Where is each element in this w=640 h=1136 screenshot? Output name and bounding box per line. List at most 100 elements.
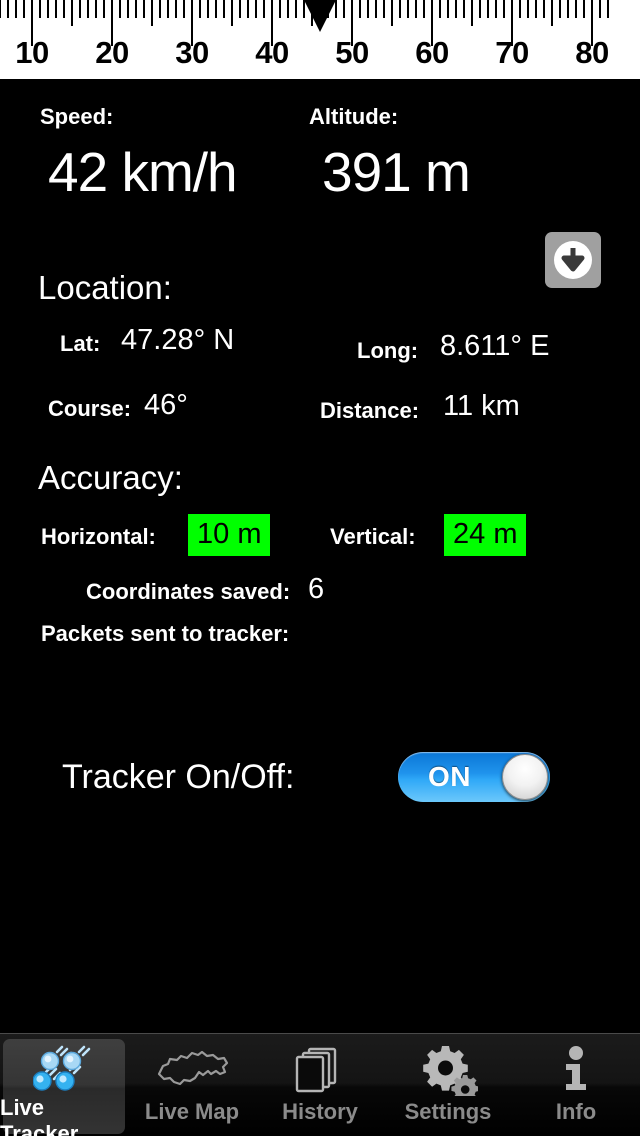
ruler-tick xyxy=(439,0,441,18)
download-button[interactable] xyxy=(545,232,601,288)
stacked-cards-icon xyxy=(292,1044,348,1096)
ruler-tick xyxy=(367,0,369,18)
ruler-label: 80 xyxy=(575,35,609,70)
tab-label: Settings xyxy=(404,1099,492,1124)
ruler-tick xyxy=(375,0,377,18)
ruler-tick xyxy=(479,0,481,18)
ruler-tick xyxy=(231,0,233,26)
accuracy-title: Accuracy: xyxy=(38,459,183,496)
ruler-tick xyxy=(495,0,497,18)
distance-label: Distance: xyxy=(320,398,420,423)
ruler-tick xyxy=(0,0,1,18)
tab-info[interactable]: Info xyxy=(512,1034,640,1136)
ruler-tick xyxy=(15,0,17,18)
speed-gauge-ruler: 10 20 30 40 50 60 70 80 xyxy=(0,0,640,79)
ruler-tick xyxy=(55,0,57,18)
ruler-tick xyxy=(87,0,89,18)
ruler-tick xyxy=(175,0,177,18)
tab-live-tracker[interactable]: Live Tracker xyxy=(0,1034,128,1136)
tracker-toggle-knob[interactable] xyxy=(502,754,548,800)
ruler-tick xyxy=(199,0,201,18)
ruler-tick xyxy=(79,0,81,18)
lat-label: Lat: xyxy=(60,331,101,356)
tab-history[interactable]: History xyxy=(256,1034,384,1136)
location-title: Location: xyxy=(38,269,172,306)
ruler-tick xyxy=(383,0,385,18)
ruler-tick xyxy=(63,0,65,18)
speed-value: 42 km/h xyxy=(48,141,238,203)
horizontal-accuracy-value: 10 m xyxy=(188,514,271,556)
lat-value: 47.28° N xyxy=(121,324,235,356)
ruler-tick xyxy=(127,0,129,18)
speed-label: Speed: xyxy=(40,104,114,129)
long-value: 8.611° E xyxy=(440,330,550,362)
ruler-tick xyxy=(407,0,409,18)
ruler-tick xyxy=(247,0,249,18)
ruler-tick xyxy=(343,0,345,18)
ruler-tick xyxy=(279,0,281,18)
ruler-tick xyxy=(599,0,601,18)
tracker-toggle-state: ON xyxy=(428,761,471,792)
ruler-tick xyxy=(71,0,73,26)
ruler-tick xyxy=(551,0,553,26)
ruler-tick xyxy=(7,0,9,18)
tab-settings[interactable]: Settings xyxy=(384,1034,512,1136)
live-tracker-screen: 10 20 30 40 50 60 70 80 Speed: 42 km/h Altitude… xyxy=(0,0,640,1136)
horizontal-accuracy-label: Horizontal: xyxy=(41,524,156,549)
ruler-tick xyxy=(47,0,49,18)
course-value: 46° xyxy=(144,389,188,421)
ruler-tick xyxy=(567,0,569,18)
ruler-tick xyxy=(159,0,161,18)
ruler-tick xyxy=(23,0,25,18)
course-label: Course: xyxy=(48,396,132,421)
ruler-tick xyxy=(575,0,577,18)
ruler-tick xyxy=(183,0,185,18)
ruler-tick xyxy=(423,0,425,18)
long-label: Long: xyxy=(357,338,419,363)
gears-icon xyxy=(418,1044,478,1096)
ruler-tick xyxy=(39,0,41,18)
ruler-tick xyxy=(535,0,537,18)
ruler-label: 20 xyxy=(95,35,129,70)
ruler-tick xyxy=(119,0,121,18)
ruler-tick xyxy=(295,0,297,18)
ruler-tick xyxy=(527,0,529,18)
tab-label: History xyxy=(282,1099,358,1124)
ruler-tick xyxy=(263,0,265,18)
vertical-accuracy-value: 24 m xyxy=(444,514,527,556)
ruler-tick xyxy=(95,0,97,18)
coordinates-saved-value: 6 xyxy=(308,573,325,605)
ruler-tick xyxy=(151,0,153,26)
ruler-tick xyxy=(135,0,137,18)
packets-sent-label: Packets sent to tracker: xyxy=(41,621,290,646)
ruler-label: 10 xyxy=(15,35,49,70)
tab-label: Live Map xyxy=(144,1099,240,1124)
tab-label: Live Tracker xyxy=(0,1095,79,1136)
info-icon xyxy=(556,1044,596,1096)
tab-label: Info xyxy=(555,1099,597,1124)
coordinates-saved-label: Coordinates saved: xyxy=(86,579,291,604)
ruler-tick xyxy=(415,0,417,18)
tab-live-map[interactable]: Live Map xyxy=(128,1034,256,1136)
vertical-accuracy-label: Vertical: xyxy=(330,524,416,549)
ruler-label: 40 xyxy=(255,35,289,70)
ruler-tick xyxy=(471,0,473,26)
ruler-tick xyxy=(519,0,521,18)
ruler-tick xyxy=(239,0,241,18)
ruler-tick xyxy=(255,0,257,18)
map-outline-icon xyxy=(154,1044,230,1096)
ruler-tick xyxy=(399,0,401,18)
ruler-tick xyxy=(207,0,209,18)
ruler-pointer-icon xyxy=(303,0,337,32)
ruler-tick xyxy=(391,0,393,26)
download-arrow-icon xyxy=(554,241,592,279)
ruler-tick xyxy=(103,0,105,18)
ruler-tick xyxy=(455,0,457,18)
ruler-label: 60 xyxy=(415,35,449,70)
ruler-tick xyxy=(487,0,489,18)
ruler-tick xyxy=(543,0,545,18)
ruler-tick xyxy=(447,0,449,18)
tracker-toggle[interactable]: ON xyxy=(398,752,550,802)
ruler-label: 70 xyxy=(495,35,529,70)
ruler-tick xyxy=(583,0,585,18)
